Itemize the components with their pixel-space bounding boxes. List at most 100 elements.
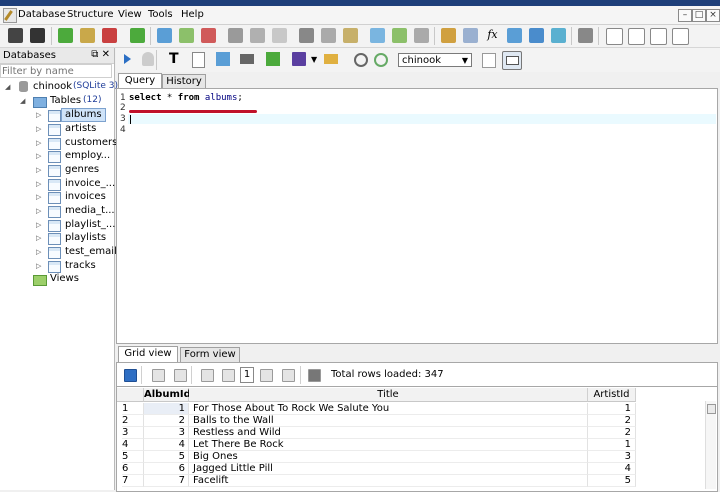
collation-icon[interactable] bbox=[507, 28, 522, 43]
sql-editor[interactable]: 1 2 3 4 select * from albums; bbox=[116, 88, 718, 344]
table-row[interactable]: 6 6 Jagged Little Pill 4 bbox=[117, 463, 707, 475]
cell-artistid[interactable]: 4 bbox=[588, 463, 636, 475]
sql-icon[interactable] bbox=[551, 28, 566, 43]
window-mode-icon[interactable] bbox=[482, 53, 496, 68]
edit-table-icon[interactable] bbox=[179, 28, 194, 43]
cell-albumid[interactable]: 5 bbox=[144, 451, 189, 463]
last-page-icon[interactable] bbox=[282, 369, 295, 382]
cell-artistid[interactable]: 1 bbox=[588, 403, 636, 415]
expand-arrow-icon[interactable]: ▷ bbox=[36, 125, 41, 133]
filter-input[interactable] bbox=[0, 64, 112, 78]
maximize-button[interactable]: □ bbox=[692, 9, 706, 22]
minimize-button[interactable]: – bbox=[678, 9, 692, 22]
print-icon[interactable] bbox=[240, 54, 254, 64]
cascade-windows-icon[interactable] bbox=[672, 28, 689, 45]
expand-arrow-icon[interactable]: ▷ bbox=[36, 193, 41, 201]
cell-title[interactable]: Let There Be Rock bbox=[189, 439, 588, 451]
commit-icon[interactable] bbox=[152, 369, 165, 382]
tree-table-albums[interactable]: ▷ albums bbox=[36, 108, 106, 122]
save-dropdown-icon[interactable]: ▼ bbox=[311, 55, 317, 64]
cell-artistid[interactable]: 3 bbox=[588, 451, 636, 463]
cell-albumid[interactable]: 2 bbox=[144, 415, 189, 427]
cell-title[interactable]: Big Ones bbox=[189, 451, 588, 463]
expand-arrow-icon[interactable]: ▷ bbox=[36, 262, 41, 270]
expand-arrow-icon[interactable]: ▷ bbox=[36, 139, 41, 147]
table-row[interactable]: 7 7 Facelift 5 bbox=[117, 475, 707, 487]
extension-icon[interactable] bbox=[529, 28, 544, 43]
expand-arrow-icon[interactable]: ▷ bbox=[36, 248, 41, 256]
cell-artistid[interactable]: 2 bbox=[588, 427, 636, 439]
column-header-albumid[interactable]: AlbumId bbox=[144, 388, 191, 402]
find-icon[interactable] bbox=[354, 53, 368, 67]
expand-arrow-icon[interactable]: ▷ bbox=[36, 207, 41, 215]
connect-icon[interactable] bbox=[8, 28, 23, 43]
remove-database-icon[interactable] bbox=[102, 28, 117, 43]
create-table-icon[interactable] bbox=[157, 28, 172, 43]
create-trigger-icon[interactable] bbox=[299, 28, 314, 43]
refresh-database-icon[interactable] bbox=[130, 28, 145, 43]
execute-query-icon[interactable] bbox=[124, 54, 131, 64]
rollback-icon[interactable] bbox=[174, 369, 187, 382]
cell-artistid[interactable]: 1 bbox=[588, 439, 636, 451]
menu-view[interactable]: View bbox=[118, 9, 142, 20]
expand-arrow-icon[interactable]: ▷ bbox=[36, 166, 41, 174]
expand-arrow-icon[interactable]: ▷ bbox=[36, 180, 41, 188]
cell-albumid[interactable]: 3 bbox=[144, 427, 189, 439]
cell-title[interactable]: Balls to the Wall bbox=[189, 415, 588, 427]
export-icon[interactable] bbox=[463, 28, 478, 43]
expand-arrow-icon[interactable]: ◢ bbox=[20, 97, 25, 105]
find-replace-icon[interactable] bbox=[374, 53, 388, 67]
menu-help[interactable]: Help bbox=[181, 9, 204, 20]
table-row[interactable]: 3 3 Restless and Wild 2 bbox=[117, 427, 707, 439]
table-row[interactable]: 2 2 Balls to the Wall 2 bbox=[117, 415, 707, 427]
edit-trigger-icon[interactable] bbox=[321, 28, 336, 43]
vertical-scrollbar[interactable] bbox=[705, 401, 716, 489]
table-row[interactable]: 5 5 Big Ones 3 bbox=[117, 451, 707, 463]
expand-arrow-icon[interactable]: ▷ bbox=[36, 234, 41, 242]
cell-albumid[interactable]: 4 bbox=[144, 439, 189, 451]
tab-history[interactable]: History bbox=[162, 74, 206, 89]
column-header-title[interactable]: Title bbox=[189, 388, 588, 402]
save-sql-icon[interactable] bbox=[292, 52, 306, 66]
panel-float-close-icon[interactable]: ⧉ ✕ bbox=[91, 49, 110, 60]
database-select[interactable]: chinook ▼ bbox=[398, 53, 472, 67]
drop-view-icon[interactable] bbox=[414, 28, 429, 43]
format-sql-icon[interactable]: T bbox=[169, 51, 179, 67]
results-grid[interactable]: AlbumId Title ArtistId 1 1 For Those Abo… bbox=[116, 386, 718, 492]
tab-query[interactable]: Query bbox=[118, 73, 162, 89]
export-results-icon[interactable] bbox=[266, 52, 280, 66]
clear-editor-icon[interactable] bbox=[192, 52, 205, 68]
drop-trigger-icon[interactable] bbox=[343, 28, 358, 43]
refresh-icon[interactable] bbox=[124, 369, 137, 382]
cell-title[interactable]: Restless and Wild bbox=[189, 427, 588, 439]
edit-database-icon[interactable] bbox=[80, 28, 95, 43]
first-page-icon[interactable] bbox=[201, 369, 214, 382]
column-header-artistid[interactable]: ArtistId bbox=[588, 388, 636, 402]
disconnect-icon[interactable] bbox=[30, 28, 45, 43]
scrollbar-thumb[interactable] bbox=[707, 404, 716, 414]
cell-title[interactable]: Facelift bbox=[189, 475, 588, 487]
cell-albumid[interactable]: 1 bbox=[144, 403, 189, 415]
create-index-icon[interactable] bbox=[228, 28, 243, 43]
open-sql-icon[interactable] bbox=[324, 54, 338, 64]
next-page-icon[interactable] bbox=[260, 369, 273, 382]
import-icon[interactable] bbox=[441, 28, 456, 43]
tile-windows-icon[interactable] bbox=[606, 28, 623, 45]
tile-horizontal-icon[interactable] bbox=[628, 28, 645, 45]
function-icon[interactable]: fx bbox=[485, 28, 500, 43]
cell-artistid[interactable]: 5 bbox=[588, 475, 636, 487]
tab-grid-view[interactable]: Grid view bbox=[118, 346, 178, 362]
edit-view-icon[interactable] bbox=[392, 28, 407, 43]
cell-artistid[interactable]: 2 bbox=[588, 415, 636, 427]
close-window-button[interactable]: × bbox=[706, 9, 720, 22]
tree-db-chinook[interactable]: ◢ chinook (SQLite 3) bbox=[0, 81, 118, 94]
table-row[interactable]: 4 4 Let There Be Rock 1 bbox=[117, 439, 707, 451]
edit-index-icon[interactable] bbox=[250, 28, 265, 43]
tab-form-view[interactable]: Form view bbox=[180, 347, 240, 362]
print-results-icon[interactable] bbox=[308, 369, 321, 382]
history-icon[interactable] bbox=[216, 52, 230, 66]
cell-title[interactable]: Jagged Little Pill bbox=[189, 463, 588, 475]
tree-tables-folder[interactable]: ◢ Tables (12) bbox=[0, 95, 114, 108]
cell-title[interactable]: For Those About To Rock We Salute You bbox=[189, 403, 588, 415]
expand-arrow-icon[interactable]: ▷ bbox=[36, 111, 41, 119]
